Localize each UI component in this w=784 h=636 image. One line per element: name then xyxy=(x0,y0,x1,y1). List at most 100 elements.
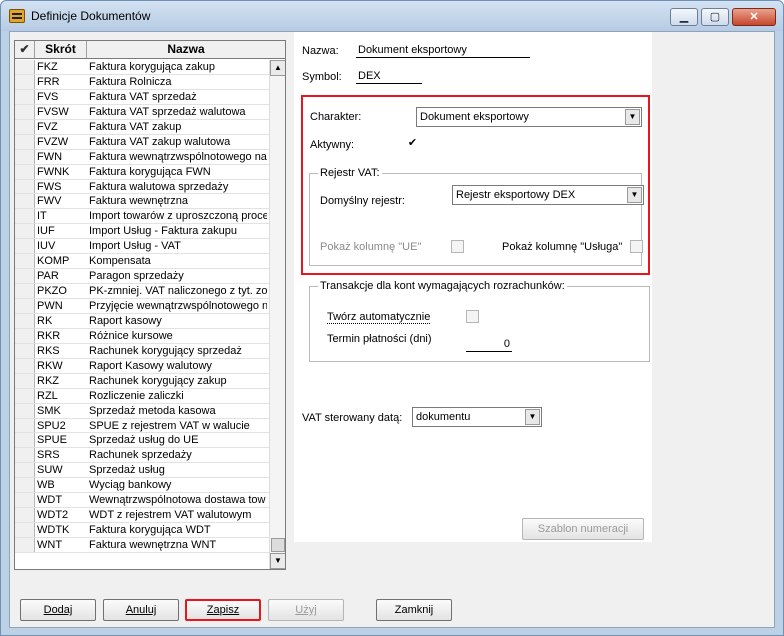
row-check-cell[interactable] xyxy=(15,493,35,508)
maximize-button[interactable]: ▢ xyxy=(701,8,729,26)
vat-sterowany-combo[interactable]: dokumentu ▼ xyxy=(412,407,542,427)
row-check-cell[interactable] xyxy=(15,269,35,284)
skrot-column-header[interactable]: Skrót xyxy=(35,41,87,58)
table-row[interactable]: RZL Rozliczenie zaliczki xyxy=(15,388,269,404)
table-row[interactable]: RK Raport kasowy xyxy=(15,313,269,329)
table-row[interactable]: WDT Wewnątrzwspólnotowa dostawa tow xyxy=(15,493,269,509)
row-check-cell[interactable] xyxy=(15,60,35,74)
row-check-cell[interactable] xyxy=(15,388,35,403)
row-check-cell[interactable] xyxy=(15,508,35,523)
table-row[interactable]: WNT Faktura wewnętrzna WNT xyxy=(15,538,269,553)
row-check-cell[interactable] xyxy=(15,448,35,463)
pokaz-usluga-checkbox[interactable] xyxy=(630,240,643,253)
table-row[interactable]: FWV Faktura wewnętrzna xyxy=(15,194,269,210)
row-nazwa: WDT z rejestrem VAT walutowym xyxy=(89,509,252,522)
row-check-cell[interactable] xyxy=(15,328,35,343)
row-check-cell[interactable] xyxy=(15,119,35,134)
nazwa-column-header[interactable]: Nazwa xyxy=(87,41,285,58)
table-row[interactable]: IUF Import Usług - Faktura zakupu xyxy=(15,224,269,240)
list-scrollbar[interactable]: ▲ ▼ xyxy=(269,60,285,569)
table-row[interactable]: FVS Faktura VAT sprzedaż xyxy=(15,89,269,105)
chevron-down-icon[interactable]: ▼ xyxy=(525,409,540,425)
row-check-cell[interactable] xyxy=(15,224,35,239)
charakter-combo[interactable]: Dokument eksportowy ▼ xyxy=(416,107,642,127)
symbol-field[interactable]: DEX xyxy=(356,69,422,84)
nazwa-field[interactable]: Dokument eksportowy xyxy=(356,43,530,58)
documents-list[interactable]: ✔ Skrót Nazwa FKZ Faktura korygująca zaku… xyxy=(14,40,286,570)
row-check-cell[interactable] xyxy=(15,403,35,418)
table-row[interactable]: WDT2 WDT z rejestrem VAT walutowym xyxy=(15,508,269,524)
aktywny-checkbox[interactable]: ✔ xyxy=(406,138,419,151)
tworz-automatycznie-checkbox[interactable] xyxy=(466,310,479,323)
zamknij-button[interactable]: Zamknij xyxy=(376,599,452,621)
row-check-cell[interactable] xyxy=(15,284,35,298)
table-row[interactable]: WDTK Faktura korygująca WDT xyxy=(15,523,269,538)
table-row[interactable]: RKS Rachunek korygujący sprzedaż xyxy=(15,343,269,359)
termin-platnosci-field[interactable]: 0 xyxy=(466,337,512,352)
table-row[interactable]: IUV Import Usług - VAT xyxy=(15,239,269,255)
row-skrot: WDT xyxy=(37,494,63,507)
table-row[interactable]: KOMP Kompensata xyxy=(15,254,269,270)
uzyj-button[interactable]: Użyj xyxy=(268,599,344,621)
row-check-cell[interactable] xyxy=(15,523,35,537)
row-check-cell[interactable] xyxy=(15,313,35,328)
title-bar[interactable]: Definicje Dokumentów ▁ ▢ ✕ xyxy=(1,1,783,31)
row-check-cell[interactable] xyxy=(15,149,35,164)
row-check-cell[interactable] xyxy=(15,478,35,493)
table-row[interactable]: FVZW Faktura VAT zakup walutowa xyxy=(15,134,269,150)
row-check-cell[interactable] xyxy=(15,254,35,269)
scroll-up-button[interactable]: ▲ xyxy=(270,60,285,76)
row-check-cell[interactable] xyxy=(15,358,35,373)
table-row[interactable]: FRR Faktura Rolnicza xyxy=(15,74,269,90)
table-row[interactable]: SPUE Sprzedaż usług do UE xyxy=(15,433,269,449)
table-row[interactable]: RKZ Rachunek korygujący zakup xyxy=(15,373,269,389)
table-row[interactable]: FWS Faktura walutowa sprzedaży xyxy=(15,179,269,195)
szablon-numeracji-button[interactable]: Szablon numeracji xyxy=(522,518,644,540)
table-row[interactable]: PWN Przyjęcie wewnątrzwspólnotowego n xyxy=(15,299,269,314)
row-check-cell[interactable] xyxy=(15,104,35,119)
row-check-cell[interactable] xyxy=(15,418,35,433)
close-button[interactable]: ✕ xyxy=(732,8,776,26)
table-row[interactable]: FWN Faktura wewnątrzwspólnotowego na xyxy=(15,149,269,165)
table-row[interactable]: SMK Sprzedaż metoda kasowa xyxy=(15,403,269,419)
row-check-cell[interactable] xyxy=(15,239,35,254)
domyslny-rejestr-combo[interactable]: Rejestr eksportowy DEX ▼ xyxy=(452,185,644,205)
table-row[interactable]: WB Wyciąg bankowy xyxy=(15,478,269,494)
row-check-cell[interactable] xyxy=(15,373,35,388)
row-check-cell[interactable] xyxy=(15,134,35,149)
table-row[interactable]: RKR Różnice kursowe xyxy=(15,328,269,344)
row-check-cell[interactable] xyxy=(15,209,35,224)
row-check-cell[interactable] xyxy=(15,343,35,358)
row-check-cell[interactable] xyxy=(15,89,35,104)
table-row[interactable]: FWNK Faktura korygująca FWN xyxy=(15,164,269,180)
table-row[interactable]: IT Import towarów z uproszczoną proce xyxy=(15,209,269,225)
table-row[interactable]: PAR Paragon sprzedaży xyxy=(15,269,269,285)
table-row[interactable]: SRS Rachunek sprzedaży xyxy=(15,448,269,464)
scroll-down-button[interactable]: ▼ xyxy=(270,553,285,569)
zapisz-button[interactable]: Zapisz xyxy=(185,599,261,621)
scroll-thumb[interactable] xyxy=(271,538,285,552)
table-row[interactable]: FVSW Faktura VAT sprzedaż walutowa xyxy=(15,104,269,120)
table-row[interactable]: RKW Raport Kasowy walutowy xyxy=(15,358,269,374)
row-check-cell[interactable] xyxy=(15,538,35,552)
check-column-header[interactable]: ✔ xyxy=(15,41,35,58)
row-check-cell[interactable] xyxy=(15,194,35,209)
table-row[interactable]: FKZ Faktura korygująca zakup xyxy=(15,60,269,75)
row-check-cell[interactable] xyxy=(15,463,35,478)
row-check-cell[interactable] xyxy=(15,299,35,313)
row-check-cell[interactable] xyxy=(15,433,35,448)
row-check-cell[interactable] xyxy=(15,164,35,179)
dodaj-button[interactable]: Dodaj xyxy=(20,599,96,621)
table-row[interactable]: PKZO PK-zmniej. VAT naliczonego z tyt. zo… xyxy=(15,284,269,299)
anuluj-button[interactable]: Anuluj xyxy=(103,599,179,621)
table-row[interactable]: SPU2 SPUE z rejestrem VAT w walucie xyxy=(15,418,269,434)
row-check-cell[interactable] xyxy=(15,74,35,89)
row-check-cell[interactable] xyxy=(15,179,35,194)
pokaz-ue-checkbox[interactable] xyxy=(451,240,464,253)
uzyj-label: Użyj xyxy=(295,604,317,616)
minimize-button[interactable]: ▁ xyxy=(670,8,698,26)
chevron-down-icon[interactable]: ▼ xyxy=(627,187,642,203)
chevron-down-icon[interactable]: ▼ xyxy=(625,109,640,125)
table-row[interactable]: FVZ Faktura VAT zakup xyxy=(15,119,269,135)
table-row[interactable]: SUW Sprzedaż usług xyxy=(15,463,269,479)
